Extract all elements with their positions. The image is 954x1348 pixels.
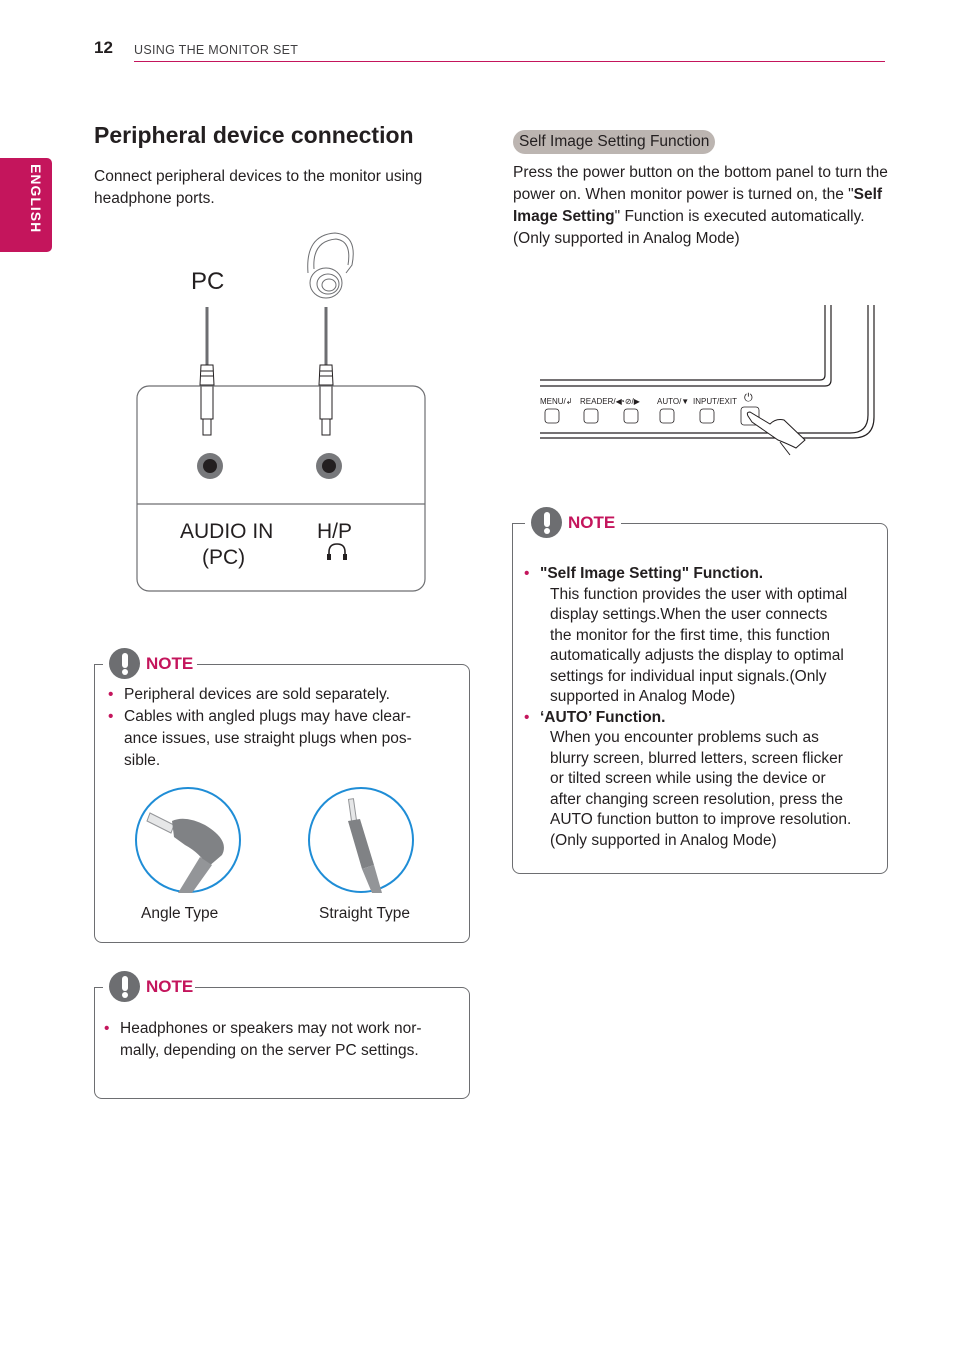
monitor-buttons: MENU/↲ READER/◀ ◔⊘/▶ AUTO/▼ INPUT/EXIT ⏻ (540, 392, 753, 406)
bullet-title: ‘AUTO’ Function. (540, 708, 666, 726)
note-bullet: Headphones or speakers may not work nor-… (104, 1018, 454, 1062)
auto-button[interactable] (659, 408, 675, 424)
headphone-plug (318, 364, 334, 436)
para-text: Press the power button on the bottom pan… (513, 164, 888, 203)
body-line: blurry screen, blurred letters, screen f… (550, 749, 843, 767)
reader-button[interactable] (583, 408, 599, 424)
straight-type-caption: Straight Type (319, 905, 411, 922)
angle-plug-image (135, 787, 241, 893)
hp-label: H/P (317, 520, 352, 543)
plug-types-illustration (135, 787, 414, 893)
language-tab: ENGLISH (0, 158, 52, 252)
headphone-port-hole (322, 459, 336, 473)
angle-type-caption: Angle Type (141, 905, 219, 922)
body-line: after changing screen resolution, press … (550, 790, 843, 808)
bullet-line: mally, depending on the server PC settin… (120, 1042, 419, 1059)
note-bullet: Cables with angled plugs may have clear-… (108, 706, 448, 772)
note-label: NOTE (568, 512, 616, 532)
header-divider (134, 61, 885, 62)
input-button-label: INPUT/EXIT (693, 397, 737, 406)
power-icon: ⏻ (744, 392, 753, 404)
audio-in-label: AUDIO IN (180, 520, 273, 543)
body-line: This function provides the user with opt… (550, 585, 848, 603)
audio-in-port-hole (203, 459, 217, 473)
note-header: NOTE (103, 971, 196, 1002)
bullet-line: ance issues, use straight plugs when pos… (124, 730, 412, 747)
page-number: 12 (94, 38, 113, 57)
bullet-title: "Self Image Setting" Function. (540, 565, 764, 582)
port-panel (136, 385, 426, 592)
bullet-body: This function provides the user with opt… (524, 585, 884, 708)
body-line: display settings.When the user connects (550, 606, 828, 623)
bullet-line: sible. (124, 752, 161, 769)
note-bullet: ‘AUTO’ Function. (524, 708, 884, 729)
straight-plug-image (308, 787, 414, 893)
body-line: automatically adjusts the display to opt… (550, 647, 844, 664)
menu-button[interactable] (544, 408, 560, 424)
monitor-bezel-illustration: MENU/↲ READER/◀ ◔⊘/▶ AUTO/▼ INPUT/EXIT ⏻ (540, 305, 875, 456)
note-label: NOTE (146, 976, 194, 996)
intro-paragraph: Connect peripheral devices to the monito… (94, 168, 423, 207)
note-plugs-text: Peripheral devices are sold separately. … (108, 684, 448, 772)
body-line: or tilted screen while using the device … (550, 770, 826, 787)
menu-button-label: MENU/↲ (540, 397, 572, 406)
body-line: AUTO function button to improve resoluti… (550, 811, 852, 828)
power-instructions: Press the power button on the bottom pan… (513, 162, 893, 250)
body-line: settings for individual input signals.(O… (550, 667, 827, 685)
reader-button-label: READER/◀ (580, 397, 623, 406)
exclamation-icon (109, 971, 140, 1002)
headphones-icon (307, 232, 354, 299)
auto-button-label: AUTO/▼ (657, 397, 689, 406)
headphone-port-icon (327, 543, 347, 560)
page-title: Peripheral device connection (94, 122, 414, 148)
note-functions-text: "Self Image Setting" Function. This func… (524, 564, 884, 851)
body-line: When you encounter problems such as (550, 729, 819, 746)
input-button[interactable] (699, 408, 715, 424)
subsection-pill: Self Image Setting Function (513, 130, 716, 154)
bullet-body: When you encounter problems such as blur… (524, 728, 884, 851)
note-bullet: "Self Image Setting" Function. (524, 564, 884, 585)
body-line: the monitor for the first time, this fun… (550, 626, 830, 644)
bullet-line: Cables with angled plugs may have clear- (124, 708, 411, 725)
exclamation-icon (109, 648, 140, 679)
body-line: supported in Analog Mode) (550, 688, 736, 705)
note-header: NOTE (525, 507, 622, 538)
connection-diagram: PC AUDIO IN (PC) H/P (136, 232, 426, 592)
note-label: NOTE (146, 653, 194, 673)
pc-label: PC (191, 268, 224, 295)
bullet-line: Peripheral devices are sold separately. (124, 686, 390, 703)
note-bullet: Peripheral devices are sold separately. (108, 684, 448, 706)
audio-in-sublabel: (PC) (202, 546, 245, 569)
pc-plug (199, 364, 215, 436)
section-header: USING THE MONITOR SET (134, 43, 299, 57)
body-line: (Only supported in Analog Mode) (550, 831, 777, 849)
bullet-line: Headphones or speakers may not work nor- (120, 1020, 422, 1037)
exclamation-icon (531, 507, 562, 538)
mode-button-label: ◔⊘/▶ (620, 397, 641, 406)
note-headphones-text: Headphones or speakers may not work nor-… (104, 1018, 454, 1062)
mode-button[interactable] (623, 408, 639, 424)
note-header: NOTE (103, 648, 198, 679)
language-label: ENGLISH (28, 164, 44, 234)
